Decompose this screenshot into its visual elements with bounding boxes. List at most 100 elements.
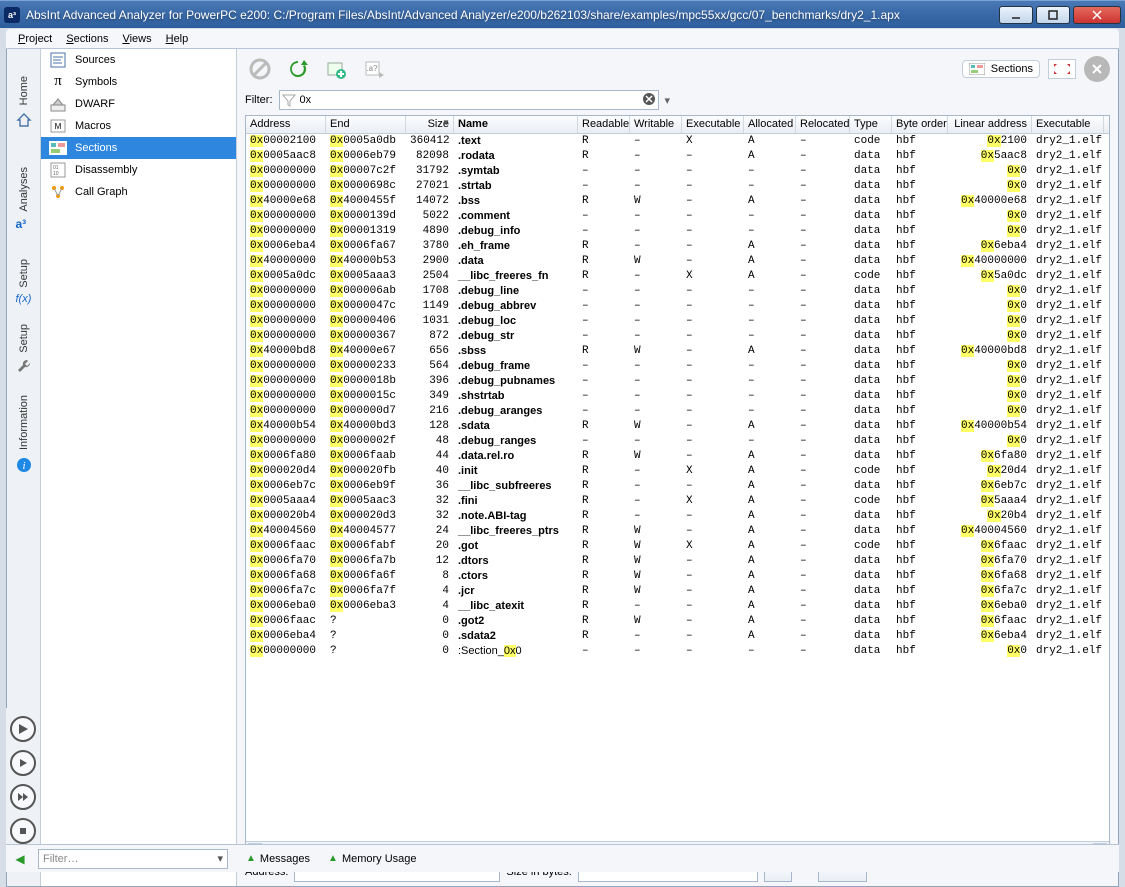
table-row[interactable]: 0x000000000x0000698c27021.strtab–––––dat… [246,179,1109,194]
vtab-setup-wrench[interactable]: Setup [9,319,39,379]
vertical-tab-strip: Home Analyses a³ Setup f(x) Setup Inform… [7,49,41,886]
wrench-icon [16,358,32,374]
cube-icon: a³ [16,217,32,233]
column-header-name[interactable]: Name [454,116,578,133]
table-row[interactable]: 0x000000000x0000015c349.shstrtab–––––dat… [246,389,1109,404]
table-row[interactable]: 0x000000000x0000002f48.debug_ranges–––––… [246,434,1109,449]
run-play-button[interactable] [10,750,36,776]
status-messages[interactable]: ▲Messages [246,853,310,865]
menu-help[interactable]: Help [160,31,195,47]
run-fast-button[interactable] [10,784,36,810]
column-header-relocated[interactable]: Relocated [796,116,850,133]
minimize-button[interactable] [999,6,1033,24]
nav-item-sections[interactable]: Sections [41,137,236,159]
table-row[interactable]: 0x000000000x0000139d5022.comment–––––dat… [246,209,1109,224]
run-step-button[interactable] [10,716,36,742]
filter-row: Filter: ▾ [237,89,1118,115]
app-icon: a³ [4,7,20,23]
back-button[interactable]: ◀ [8,849,32,869]
table-row[interactable]: 0x000000000x000006ab1708.debug_line–––––… [246,284,1109,299]
vtab-analyses[interactable]: Analyses a³ [9,151,39,249]
table-row[interactable]: 0x0006faac0x0006fabf20.gotRWXA–codehbf0x… [246,539,1109,554]
status-memory[interactable]: ▲Memory Usage [328,853,416,865]
run-stop-button[interactable] [10,818,36,844]
column-header-byte-order[interactable]: Byte order [892,116,948,133]
filter-input[interactable] [296,94,642,106]
table-row[interactable]: 0x40000b540x40000bd3128.sdataRW–A–datahb… [246,419,1109,434]
column-header-readable[interactable]: Readable [578,116,630,133]
table-row[interactable]: 0x0005aaa40x0005aac332.finiR–XA–codehbf0… [246,494,1109,509]
expand-button[interactable] [1048,59,1076,79]
nav-item-macros[interactable]: MMacros [41,115,236,137]
table-row[interactable]: 0x0006fa7c0x0006fa7f4.jcrRW–A–datahbf0x6… [246,584,1109,599]
nav-item-dwarf[interactable]: DWARF [41,93,236,115]
table-row[interactable]: 0x0006eba40x0006fa673780.eh_frameR––A–da… [246,239,1109,254]
column-header-linear-address[interactable]: Linear address [948,116,1032,133]
table-row[interactable]: 0x00000000?0:Section_0x0–––––datahbf0x0d… [246,644,1109,659]
table-row[interactable]: 0x000000000x0000018b396.debug_pubnames––… [246,374,1109,389]
table-row[interactable]: 0x000000000x000004061031.debug_loc–––––d… [246,314,1109,329]
table-row[interactable]: 0x000000000x000000d7216.debug_aranges–––… [246,404,1109,419]
table-row[interactable]: 0x0006eb7c0x0006eb9f36__libc_subfreeresR… [246,479,1109,494]
column-header-executable[interactable]: Executable [1032,116,1104,133]
column-header-end[interactable]: End [326,116,406,133]
macro-icon: M [49,117,67,135]
menu-views[interactable]: Views [116,31,157,47]
status-filter-input[interactable]: Filter… ▾ [38,849,228,869]
nav-item-call-graph[interactable]: Call Graph [41,181,236,203]
menu-project[interactable]: Project [12,31,58,47]
vtab-home[interactable]: Home [9,53,39,151]
table-row[interactable]: 0x0006fa680x0006fa6f8.ctorsRW–A–datahbf0… [246,569,1109,584]
disable-button[interactable] [245,54,275,84]
vtab-information[interactable]: Information i [9,379,39,489]
table-row[interactable]: 0x000020b40x000020d332.note.ABI-tagR––A–… [246,509,1109,524]
svg-text:.a?: .a? [366,64,378,73]
column-header-address[interactable]: Address [246,116,326,133]
table-row[interactable]: 0x000000000x000013194890.debug_info–––––… [246,224,1109,239]
nav-item-sources[interactable]: Sources [41,49,236,71]
table-row[interactable]: 0x000000000x0000047c1149.debug_abbrev–––… [246,299,1109,314]
column-header-executable[interactable]: Executable [682,116,744,133]
sections-indicator[interactable]: Sections [962,60,1040,78]
maximize-button[interactable] [1036,6,1070,24]
column-header-writable[interactable]: Writable [630,116,682,133]
table-row[interactable]: 0x000000000x00000233564.debug_frame–––––… [246,359,1109,374]
nav-item-disassembly[interactable]: 0110Disassembly [41,159,236,181]
inspect-button[interactable]: .a? [359,54,389,84]
table-row[interactable]: 0x40000e680x4000455f14072.bssRW–A–datahb… [246,194,1109,209]
sections-icon [969,63,985,75]
filter-clear-icon[interactable] [642,92,656,109]
main-panel: .a? Sections Filter: ▾ AddressEndSizeNam… [237,49,1118,886]
table-row[interactable]: 0x0005aac80x0006eb7982098.rodataR––A–dat… [246,149,1109,164]
graph-icon [49,183,67,201]
filter-dropdown-icon[interactable]: ▾ [665,94,671,107]
add-section-button[interactable] [321,54,351,84]
table-row[interactable]: 0x000000000x00000367872.debug_str–––––da… [246,329,1109,344]
table-row[interactable]: 0x0006fa700x0006fa7b12.dtorsRW–A–datahbf… [246,554,1109,569]
table-row[interactable]: 0x40000bd80x40000e67656.sbssRW–A–datahbf… [246,344,1109,359]
table-row[interactable]: 0x0006eba4?0.sdata2R––A–datahbf0x6eba4dr… [246,629,1109,644]
table-row[interactable]: 0x000020d40x000020fb40.initR–XA–codehbf0… [246,464,1109,479]
window-title: AbsInt Advanced Analyzer for PowerPC e20… [26,8,990,22]
svg-text:M: M [55,122,62,131]
table-row[interactable]: 0x0005a0dc0x0005aaa32504__libc_freeres_f… [246,269,1109,284]
menu-sections[interactable]: Sections [60,31,114,47]
table-row[interactable]: 0x400045600x4000457724__libc_freeres_ptr… [246,524,1109,539]
refresh-button[interactable] [283,54,313,84]
table-row[interactable]: 0x0006fa800x0006faab44.data.rel.roRW–A–d… [246,449,1109,464]
table-row[interactable]: 0x400000000x40000b532900.dataRW–A–datahb… [246,254,1109,269]
close-button[interactable] [1073,6,1121,24]
panel-close-button[interactable] [1084,56,1110,82]
navigation-panel: SourcesπSymbolsDWARFMMacrosSections0110D… [41,49,237,886]
sections-icon [49,139,67,157]
column-header-size[interactable]: Size [406,116,454,133]
pi-icon: π [49,73,67,91]
column-header-allocated[interactable]: Allocated [744,116,796,133]
table-row[interactable]: 0x0006faac?0.got2RW–A–datahbf0x6faacdry2… [246,614,1109,629]
table-row[interactable]: 0x000021000x0005a0db360412.textR–XA–code… [246,134,1109,149]
column-header-type[interactable]: Type [850,116,892,133]
table-row[interactable]: 0x000000000x00007c2f31792.symtab–––––dat… [246,164,1109,179]
nav-item-symbols[interactable]: πSymbols [41,71,236,93]
vtab-setup[interactable]: Setup f(x) [9,249,39,319]
table-row[interactable]: 0x0006eba00x0006eba34__libc_atexitR––A–d… [246,599,1109,614]
